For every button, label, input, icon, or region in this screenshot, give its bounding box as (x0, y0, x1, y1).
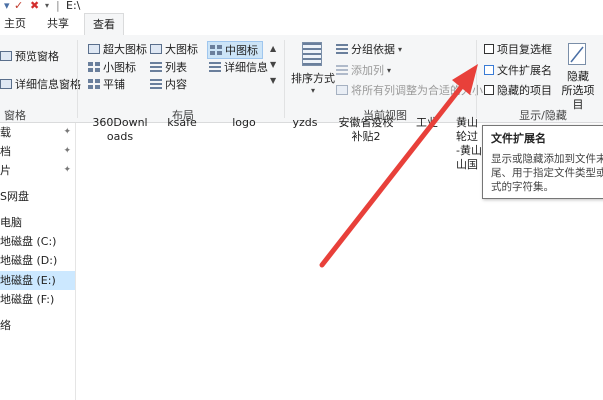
annotation-arrow (319, 64, 478, 268)
